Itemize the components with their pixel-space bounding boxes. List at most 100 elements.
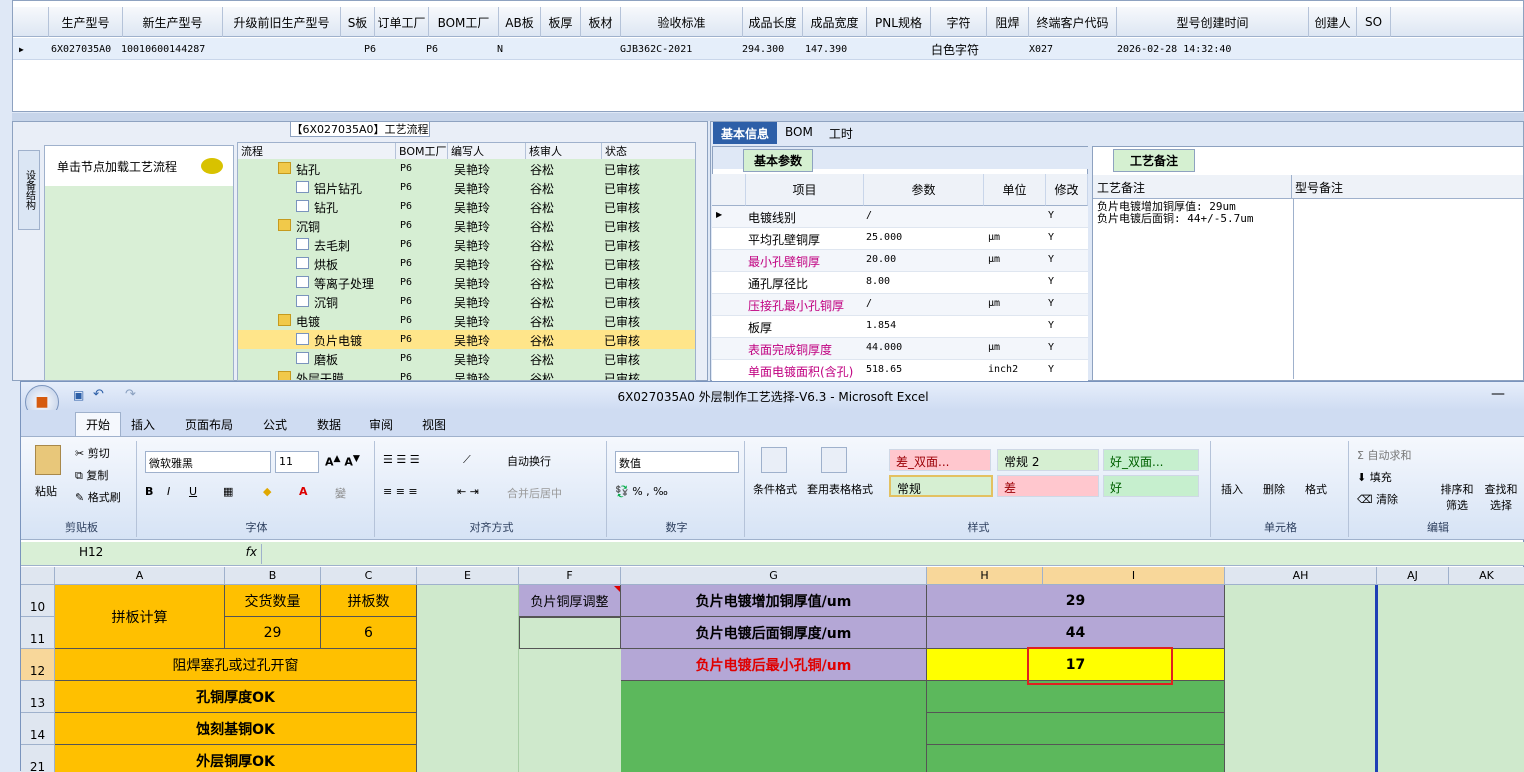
find-select-button[interactable]: 查找和选择 bbox=[1481, 481, 1521, 513]
row-header[interactable]: 12 bbox=[21, 649, 55, 681]
conditional-format-icon[interactable] bbox=[761, 447, 787, 473]
cell-a12[interactable]: 阻焊塞孔或过孔开窗 bbox=[55, 649, 417, 681]
tab-bom[interactable]: BOM bbox=[777, 122, 821, 144]
tab-home[interactable]: 开始 bbox=[75, 412, 122, 436]
row-header[interactable]: 21 bbox=[21, 745, 55, 772]
cell-bom-factory[interactable]: P6 bbox=[426, 38, 438, 60]
cell-f10[interactable]: 负片铜厚调整 bbox=[519, 585, 621, 617]
italic-icon[interactable]: I bbox=[167, 485, 170, 498]
tab-basic-params[interactable]: 基本参数 bbox=[743, 149, 814, 172]
param-row[interactable]: 板厚 1.854 Y bbox=[712, 316, 1088, 338]
name-box[interactable]: H12 bbox=[23, 545, 173, 563]
tree-header[interactable]: BOM工厂 bbox=[396, 143, 448, 159]
tab-remarks[interactable]: 工艺备注 bbox=[1113, 149, 1196, 172]
cell-a13[interactable]: 孔铜厚度OK bbox=[55, 681, 417, 713]
tree-row[interactable]: 去毛刺 P6 吴艳玲 谷松 已审核 bbox=[238, 235, 695, 254]
param-row[interactable]: 通孔厚径比 8.00 Y bbox=[712, 272, 1088, 294]
col-header[interactable]: A bbox=[55, 567, 225, 585]
fill-button[interactable]: ⬇ 填充 bbox=[1357, 469, 1392, 485]
align-left-icon[interactable]: ≡ ≡ ≡ bbox=[383, 485, 418, 498]
params-table[interactable]: 项目 参数 单位 修改 电镀线别 / Y ▶ 平均孔壁铜厚 25.000 μm Y 最小孔壁铜厚… bbox=[712, 174, 1088, 381]
phonetic-icon[interactable]: 變 bbox=[335, 485, 346, 501]
cell-hi11[interactable]: 44 bbox=[927, 617, 1225, 649]
cell-b11[interactable]: 29 bbox=[225, 617, 321, 649]
col-header[interactable]: 升级前旧生产型号 bbox=[223, 7, 341, 37]
cell-g13[interactable] bbox=[621, 681, 927, 772]
worksheet[interactable]: A B C E F G H I AH AJ AK 10 11 12 13 14 … bbox=[21, 567, 1524, 772]
fill-color-icon[interactable]: ◆ bbox=[263, 485, 271, 498]
border-icon[interactable]: ▦ bbox=[223, 485, 233, 498]
col-header[interactable]: SO bbox=[1357, 7, 1391, 37]
table-row[interactable]: ▶ 6X027035A0 10010600144287 P6 P6 N GJB3… bbox=[13, 38, 1523, 60]
autosum-button[interactable]: Σ 自动求和 bbox=[1357, 447, 1411, 463]
paste-icon[interactable] bbox=[35, 445, 61, 475]
row-header[interactable]: 13 bbox=[21, 681, 55, 713]
cell-ah[interactable] bbox=[1225, 585, 1377, 772]
tab-data[interactable]: 数据 bbox=[311, 414, 347, 435]
cell-hi13[interactable] bbox=[927, 681, 1225, 713]
col-header[interactable]: AJ bbox=[1377, 567, 1449, 585]
grid-corner[interactable] bbox=[13, 7, 49, 37]
row-header[interactable]: 11 bbox=[21, 617, 55, 649]
cell-hi21[interactable] bbox=[927, 745, 1225, 772]
cell-a21[interactable]: 外层铜厚OK bbox=[55, 745, 417, 772]
col-header[interactable]: 成品长度 bbox=[743, 7, 803, 37]
tree-row[interactable]: 外层干膜 P6 吴艳玲 谷松 已审核 bbox=[238, 368, 695, 380]
col-header[interactable]: 生产型号 bbox=[49, 7, 123, 37]
param-row[interactable]: 单面电镀面积(含孔) 518.65 inch2 Y bbox=[712, 360, 1088, 381]
sort-filter-button[interactable]: 排序和筛选 bbox=[1437, 481, 1477, 513]
paste-button[interactable]: 粘贴 bbox=[35, 483, 57, 499]
cell-hi10[interactable]: 29 bbox=[927, 585, 1225, 617]
col-header[interactable]: 创建人 bbox=[1309, 7, 1357, 37]
tree-header[interactable]: 状态 bbox=[602, 143, 695, 159]
font-color-icon[interactable]: A bbox=[299, 485, 308, 498]
cell-b10[interactable]: 交货数量 bbox=[225, 585, 321, 617]
col-header[interactable]: 终端客户代码 bbox=[1029, 7, 1117, 37]
cell-standard[interactable]: GJB362C-2021 bbox=[620, 38, 692, 60]
param-row[interactable]: 电镀线别 / Y ▶ bbox=[712, 206, 1088, 228]
copy-button[interactable]: ⧉ 复制 bbox=[75, 467, 108, 483]
flow-tree[interactable]: 流程 BOM工厂 编写人 核审人 状态 钻孔 P6 吴艳玲 谷松 已审核 铝片钻孔 P6 吴艳… bbox=[237, 142, 696, 381]
col-header[interactable]: I bbox=[1043, 567, 1225, 585]
cell-c10[interactable]: 拼板数 bbox=[321, 585, 417, 617]
cell-order-factory[interactable]: P6 bbox=[364, 38, 376, 60]
col-header[interactable]: 字符 bbox=[931, 7, 987, 37]
col-header[interactable]: AB板 bbox=[499, 7, 541, 37]
minimize-icon[interactable]: — bbox=[1491, 386, 1505, 402]
format-painter-button[interactable]: ✎ 格式刷 bbox=[75, 489, 121, 505]
row-header[interactable]: 10 bbox=[21, 585, 55, 617]
style-bad[interactable]: 差 bbox=[997, 475, 1099, 497]
cell-a14[interactable]: 蚀刻基铜OK bbox=[55, 713, 417, 745]
tree-row[interactable]: 钻孔 P6 吴艳玲 谷松 已审核 bbox=[238, 197, 695, 216]
tree-row[interactable]: 沉铜 P6 吴艳玲 谷松 已审核 bbox=[238, 292, 695, 311]
style-normal2[interactable]: 常规 2 bbox=[997, 449, 1099, 471]
save-icon[interactable]: ▣ bbox=[73, 388, 84, 402]
tree-row[interactable]: 烘板 P6 吴艳玲 谷松 已审核 bbox=[238, 254, 695, 273]
tree-row[interactable]: 负片电镀 P6 吴艳玲 谷松 已审核 bbox=[238, 330, 695, 349]
tab-formulas[interactable]: 公式 bbox=[257, 414, 293, 435]
col-header[interactable]: PNL规格 bbox=[867, 7, 931, 37]
clear-button[interactable]: ⌫ 清除 bbox=[1357, 491, 1398, 507]
cell-g10[interactable]: 负片电镀增加铜厚值/um bbox=[621, 585, 927, 617]
formula-input[interactable] bbox=[261, 544, 1521, 564]
wrap-text-button[interactable]: 自动换行 bbox=[507, 453, 551, 469]
col-header[interactable]: S板 bbox=[341, 7, 375, 37]
orientation-icon[interactable]: ⟋ bbox=[463, 453, 471, 467]
fx-icon[interactable]: fx bbox=[183, 545, 257, 559]
side-tab[interactable]: 设备结构 bbox=[18, 150, 40, 230]
cell-f11[interactable] bbox=[519, 617, 621, 649]
col-header[interactable]: 成品宽度 bbox=[803, 7, 867, 37]
cell-a10[interactable]: 拼板计算 bbox=[55, 585, 225, 649]
cell-g11[interactable]: 负片电镀后面铜厚度/um bbox=[621, 617, 927, 649]
insert-cells-button[interactable]: 插入 bbox=[1221, 481, 1243, 497]
cell-length[interactable]: 294.300 bbox=[742, 38, 784, 60]
col-header[interactable]: 验收标准 bbox=[621, 7, 743, 37]
font-size-select[interactable]: 11 bbox=[275, 451, 319, 473]
table-format-button[interactable]: 套用表格格式 bbox=[805, 481, 875, 497]
tab-insert[interactable]: 插入 bbox=[125, 414, 161, 435]
tab-review[interactable]: 审阅 bbox=[363, 414, 399, 435]
cell-new-model[interactable]: 10010600144287 bbox=[121, 38, 205, 60]
param-row[interactable]: 表面完成铜厚度 44.000 μm Y bbox=[712, 338, 1088, 360]
col-header[interactable]: 板厚 bbox=[541, 7, 581, 37]
redo-icon[interactable]: ↷ bbox=[125, 387, 136, 402]
